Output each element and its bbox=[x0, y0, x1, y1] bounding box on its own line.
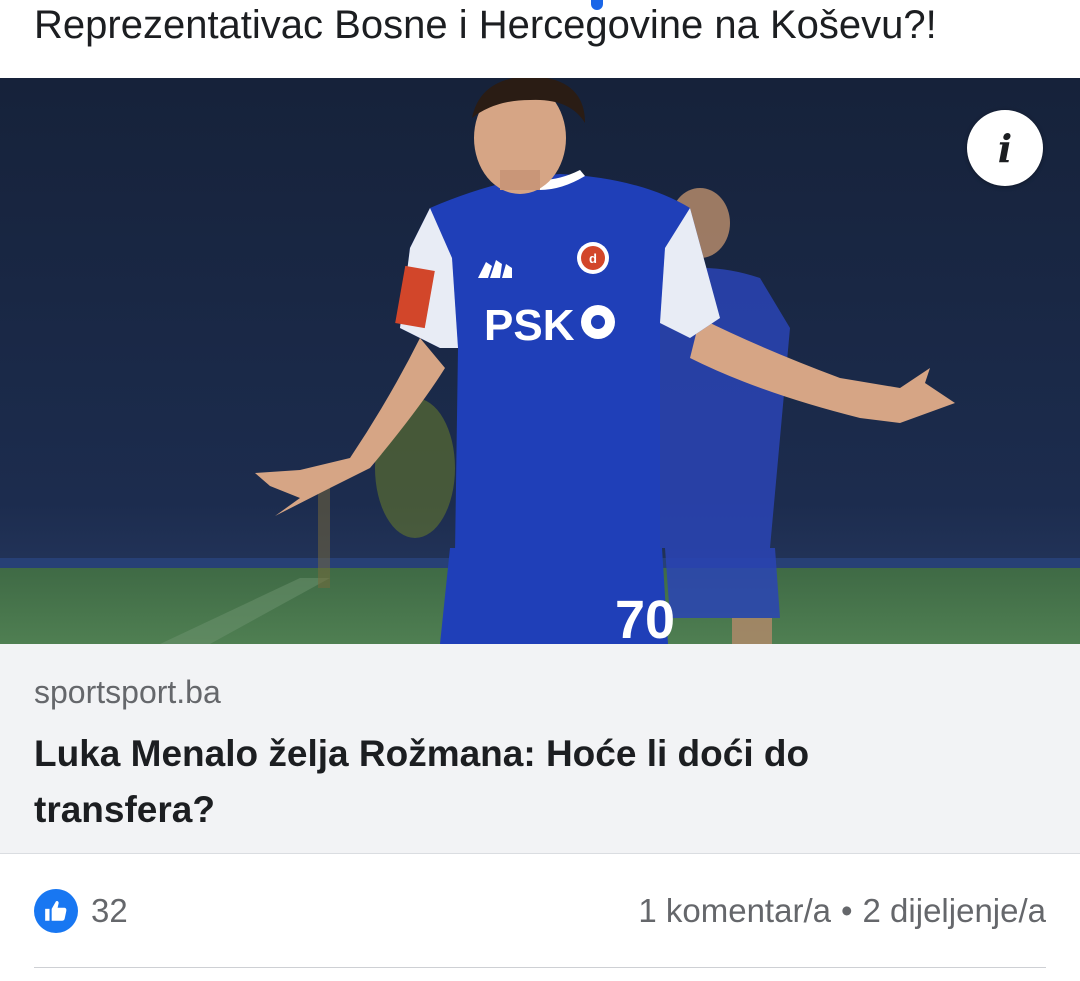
link-preview-card[interactable]: sportsport.ba Luka Menalo želja Rožmana:… bbox=[0, 644, 1080, 854]
player-photo: d PSK 70 bbox=[0, 78, 1080, 644]
info-glyph: i bbox=[997, 125, 1013, 171]
thumbs-up-icon[interactable] bbox=[34, 889, 78, 933]
jersey-number: 70 bbox=[615, 590, 675, 644]
jersey-sponsor: PSK bbox=[484, 301, 575, 350]
info-icon[interactable]: i bbox=[967, 110, 1043, 186]
post-text: Reprezentativac Bosne i Hercegovine na K… bbox=[34, 3, 937, 47]
link-title: Luka Menalo želja Rožmana: Hoće li doći … bbox=[34, 733, 810, 830]
comment-count[interactable]: 1 komentar/a bbox=[638, 892, 831, 929]
like-count[interactable]: 32 bbox=[91, 892, 128, 930]
thumbs-up-glyph bbox=[45, 900, 67, 921]
svg-text:d: d bbox=[589, 251, 597, 266]
share-count[interactable]: 2 dijeljenje/a bbox=[863, 892, 1046, 929]
link-domain: sportsport.ba bbox=[34, 674, 221, 710]
engagement-stats: 1 komentar/a • 2 dijeljenje/a bbox=[638, 892, 1046, 930]
post-footer: 32 1 komentar/a • 2 dijeljenje/a bbox=[34, 854, 1046, 968]
post-image[interactable]: d PSK 70 i bbox=[0, 78, 1080, 644]
separator-dot: • bbox=[840, 892, 853, 929]
